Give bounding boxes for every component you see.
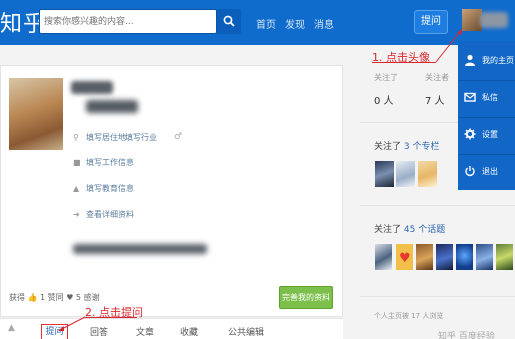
topic-thumbnail[interactable] (476, 244, 493, 270)
topic-thumbnail[interactable] (456, 244, 473, 270)
followers-label: 关注者 (425, 73, 449, 82)
topics-heading[interactable]: 关注了 45 个话题 (374, 222, 445, 235)
envelope-icon (464, 92, 476, 102)
right-divider (360, 296, 515, 297)
column-thumbnail[interactable] (418, 161, 437, 187)
menu-divider (458, 80, 515, 81)
topic-thumbnail[interactable] (375, 244, 392, 270)
topic-thumbnail[interactable] (496, 244, 513, 270)
topic-thumbnail[interactable] (416, 244, 433, 270)
following-count[interactable]: 0 人 (374, 92, 394, 107)
user-dropdown-menu: 我的主页 私信 设置 退出 (458, 41, 515, 190)
right-divider (360, 205, 515, 206)
topic-thumbnail[interactable]: ♥ (396, 244, 413, 270)
annotation-arrows (58, 29, 462, 331)
topic-thumbnail[interactable] (436, 244, 453, 270)
menu-item-logout[interactable]: 退出 (458, 156, 515, 186)
user-icon (465, 54, 475, 66)
power-icon (465, 166, 475, 177)
heart-icon: ♥ (399, 251, 411, 266)
menu-item-messages[interactable]: 私信 (458, 82, 515, 112)
columns-heading[interactable]: 关注了 3 个专栏 (374, 139, 439, 152)
menu-divider (458, 154, 515, 155)
column-thumbnail[interactable] (396, 161, 415, 187)
svg-text:♥: ♥ (399, 251, 411, 266)
menu-item-my-profile[interactable]: 我的主页 (458, 45, 515, 75)
gear-icon (464, 128, 476, 140)
following-label: 关注了 (374, 73, 398, 82)
followers-count[interactable]: 7 人 (425, 92, 445, 107)
menu-divider (458, 117, 515, 118)
watermark: 知乎 百度经验 (438, 332, 495, 339)
menu-item-settings[interactable]: 设置 (458, 119, 515, 149)
profile-visits: 个人主页被 17 人浏览 (374, 312, 444, 320)
column-thumbnail[interactable] (375, 161, 394, 187)
